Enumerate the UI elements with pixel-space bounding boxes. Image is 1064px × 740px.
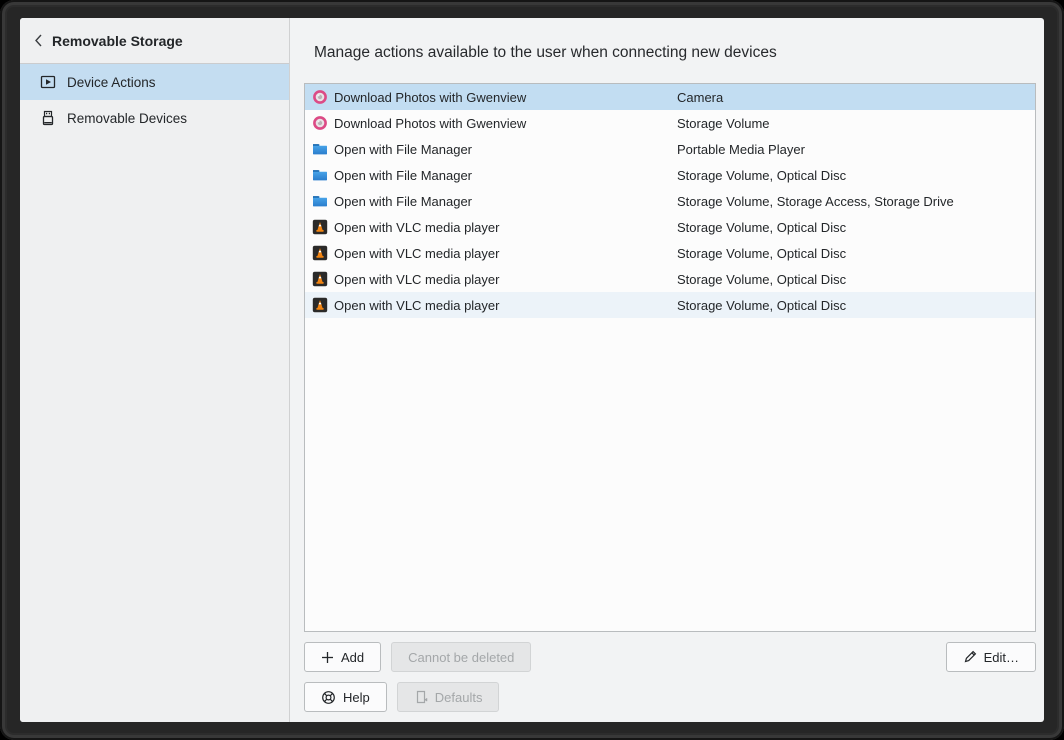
edit-button[interactable]: Edit… <box>946 642 1036 672</box>
action-label: Open with File Manager <box>334 142 472 157</box>
vlc-icon <box>312 245 328 261</box>
vlc-icon <box>312 297 328 313</box>
gwenview-icon <box>312 89 328 105</box>
list-item[interactable]: Open with File Manager Portable Media Pla… <box>305 136 1035 162</box>
list-item[interactable]: Open with VLC media player Storage Volume… <box>305 292 1035 318</box>
sidebar-item-label: Removable Devices <box>67 111 187 126</box>
folder-icon <box>312 193 328 209</box>
action-label: Download Photos with Gwenview <box>334 116 526 131</box>
device-types-label: Portable Media Player <box>677 142 805 157</box>
device-types-label: Camera <box>677 90 723 105</box>
action-label: Open with File Manager <box>334 194 472 209</box>
gwenview-icon <box>312 115 328 131</box>
vlc-icon <box>312 219 328 235</box>
device-types-label: Storage Volume, Optical Disc <box>677 220 846 235</box>
page-title: Manage actions available to the user whe… <box>314 44 777 62</box>
remove-button: Cannot be deleted <box>391 642 531 672</box>
defaults-icon <box>414 690 428 704</box>
action-label: Open with VLC media player <box>334 298 499 313</box>
back-chevron-icon <box>34 34 43 47</box>
help-button[interactable]: Help <box>304 682 387 712</box>
sidebar-item-device-actions[interactable]: Device Actions <box>20 64 289 100</box>
defaults-button: Defaults <box>397 682 500 712</box>
action-label: Open with VLC media player <box>334 272 499 287</box>
vlc-icon <box>312 271 328 287</box>
device-actions-icon <box>40 74 56 90</box>
device-types-label: Storage Volume, Storage Access, Storage … <box>677 194 954 209</box>
removable-devices-icon <box>40 110 56 126</box>
pencil-icon <box>963 650 977 664</box>
folder-icon <box>312 141 328 157</box>
list-item[interactable]: Open with VLC media player Storage Volume… <box>305 266 1035 292</box>
list-item[interactable]: Download Photos with Gwenview Camera <box>305 84 1035 110</box>
sidebar-item-removable-devices[interactable]: Removable Devices <box>20 100 289 136</box>
device-types-label: Storage Volume, Optical Disc <box>677 272 846 287</box>
back-button[interactable]: Removable Storage <box>20 18 289 64</box>
sidebar: Removable Storage Device Actions <box>20 18 290 722</box>
action-label: Open with File Manager <box>334 168 472 183</box>
list-item[interactable]: Download Photos with Gwenview Storage Vol… <box>305 110 1035 136</box>
action-label: Open with VLC media player <box>334 220 499 235</box>
device-types-label: Storage Volume, Optical Disc <box>677 246 846 261</box>
list-item[interactable]: Open with VLC media player Storage Volume… <box>305 240 1035 266</box>
list-item[interactable]: Open with File Manager Storage Volume, St… <box>305 188 1035 214</box>
action-label: Open with VLC media player <box>334 246 499 261</box>
device-types-label: Storage Volume <box>677 116 770 131</box>
action-label: Download Photos with Gwenview <box>334 90 526 105</box>
removable-storage-settings-window: Removable Storage Device Actions <box>20 18 1044 722</box>
folder-icon <box>312 167 328 183</box>
help-icon <box>321 690 336 705</box>
sidebar-title: Removable Storage <box>52 33 183 49</box>
device-types-label: Storage Volume, Optical Disc <box>677 168 846 183</box>
list-item[interactable]: Open with VLC media player Storage Volume… <box>305 214 1035 240</box>
device-actions-list[interactable]: Download Photos with GwenviewCameraDownl… <box>304 83 1036 632</box>
plus-icon <box>321 651 334 664</box>
main-pane: Manage actions available to the user whe… <box>291 18 1044 722</box>
sidebar-item-label: Device Actions <box>67 75 156 90</box>
device-types-label: Storage Volume, Optical Disc <box>677 298 846 313</box>
list-item[interactable]: Open with File Manager Storage Volume, Op… <box>305 162 1035 188</box>
add-button[interactable]: Add <box>304 642 381 672</box>
